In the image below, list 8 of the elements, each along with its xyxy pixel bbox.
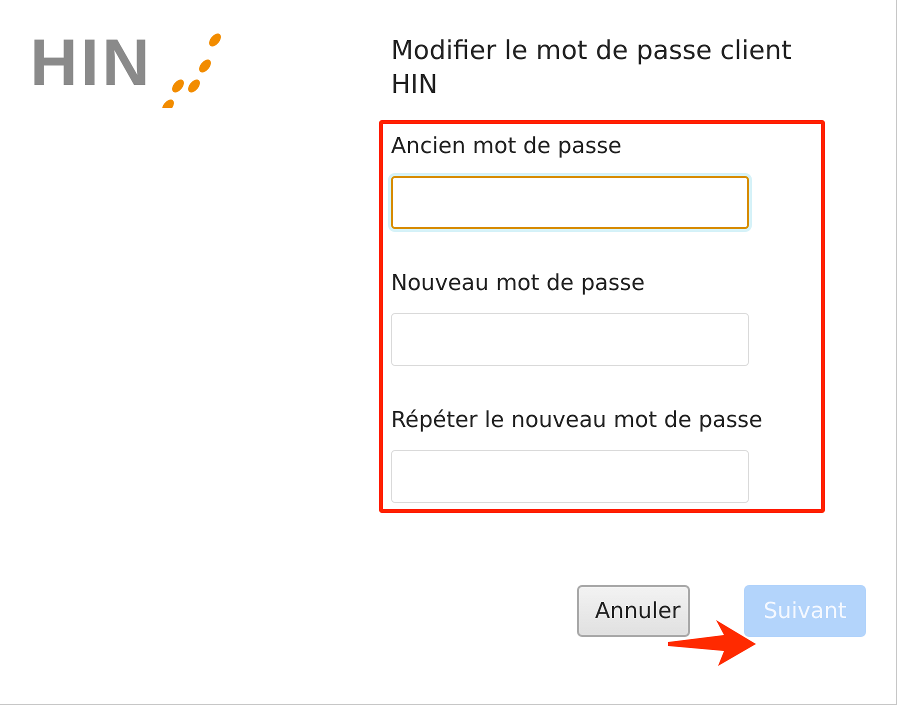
field-label: Ancien mot de passe — [391, 133, 623, 161]
dialog-title: Modifier le mot de passe client HIN — [390, 35, 793, 102]
field-label: Répéter le nouveau mot de passe — [391, 407, 764, 435]
logo-text: HIN — [30, 32, 153, 92]
cancel-button[interactable]: Annuler — [577, 585, 690, 637]
password-field[interactable] — [391, 176, 749, 229]
arrow-icon — [668, 618, 758, 668]
field-label: Nouveau mot de passe — [391, 270, 646, 298]
